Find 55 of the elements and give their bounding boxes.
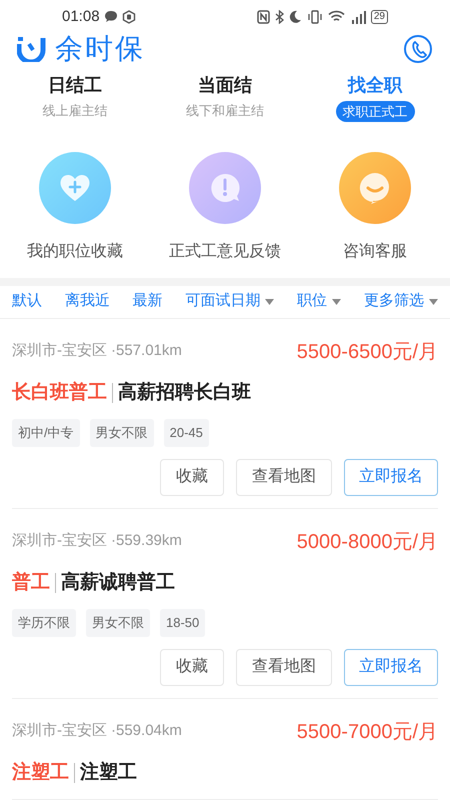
hexagon-icon [122, 10, 136, 24]
moon-icon [288, 10, 302, 24]
job-salary: 5500-7000元/月 [296, 720, 438, 744]
logo-icon [17, 36, 47, 62]
filter-option[interactable]: 职位 [297, 290, 342, 313]
battery-indicator: 29 [370, 10, 388, 24]
job-category: 普工 [12, 570, 50, 594]
action-button[interactable]: 收藏 [160, 458, 224, 496]
job-salary: 5500-6500元/月 [296, 340, 438, 364]
job-location: 深圳市-宝安区 [12, 341, 107, 362]
filter-option[interactable]: 更多筛选 [364, 290, 438, 313]
job-title: 高薪诚聘普工 [61, 570, 175, 594]
nfc-icon [256, 10, 270, 24]
job-distance: ·559.04km [111, 721, 182, 742]
category-tab[interactable]: 当面结 线下和雇主结 [150, 72, 300, 122]
apply-button[interactable]: 立即报名 [344, 458, 438, 496]
action-button[interactable]: 查看地图 [236, 648, 332, 686]
job-title: 注塑工 [80, 760, 137, 784]
bluetooth-icon [274, 10, 284, 24]
job-distance: ·559.39km [111, 531, 182, 552]
job-tag: 初中/中专 [12, 419, 80, 446]
job-distance: ·557.01km [111, 341, 182, 362]
shortcut-label[interactable]: 我的职位收藏 [27, 240, 123, 264]
job-category: 注塑工 [12, 760, 69, 784]
job-location: 深圳市-宝安区 [12, 721, 107, 742]
action-button[interactable]: 查看地图 [236, 458, 332, 496]
status-time: 01:08 [62, 6, 100, 27]
phone-icon[interactable] [403, 34, 433, 64]
chat-icon [104, 10, 118, 24]
vibrate-icon [306, 10, 323, 24]
dropdown-caret-icon [265, 298, 274, 305]
app-logo-text: 余时保 [55, 34, 145, 63]
job-tag: 20-45 [164, 419, 209, 446]
wifi-icon [328, 10, 345, 24]
job-tag: 18-50 [160, 609, 206, 636]
category-tab[interactable]: 日结工 线上雇主结 [0, 72, 150, 122]
apply-button[interactable]: 立即报名 [344, 648, 438, 686]
filter-option[interactable]: 最新 [132, 290, 163, 313]
job-title: 高薪招聘长白班 [118, 380, 251, 404]
dropdown-caret-icon [428, 298, 438, 305]
job-tag: 男女不限 [90, 419, 154, 446]
job-tag: 学历不限 [12, 609, 76, 636]
signal-icon [350, 10, 366, 24]
filter-option[interactable]: 默认 [12, 290, 42, 313]
filter-option[interactable]: 可面试日期 [185, 290, 274, 313]
category-tab[interactable]: 找全职 求职正式工 [300, 72, 450, 122]
filter-option[interactable]: 离我近 [64, 290, 110, 313]
action-button[interactable]: 收藏 [160, 648, 224, 686]
job-location: 深圳市-宝安区 [12, 531, 107, 552]
shortcut-label[interactable]: 正式工意见反馈 [169, 240, 281, 264]
shortcut-label[interactable]: 咨询客服 [343, 240, 407, 264]
job-salary: 5000-8000元/月 [296, 530, 438, 554]
job-tag: 男女不限 [86, 609, 150, 636]
dropdown-caret-icon [332, 298, 342, 305]
job-category: 长白班普工 [12, 380, 107, 404]
